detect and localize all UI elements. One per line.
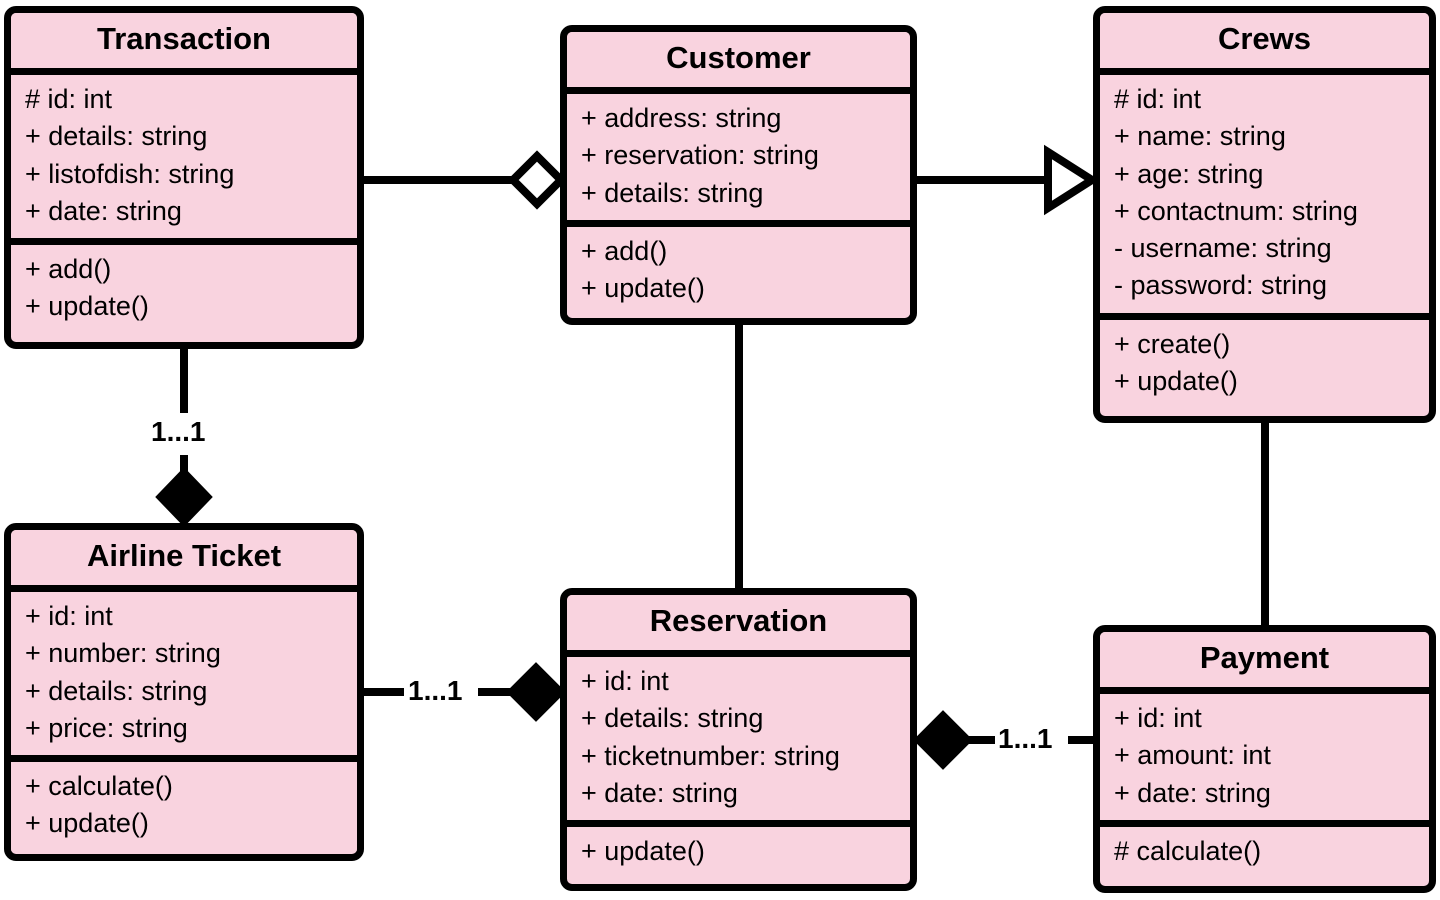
attribute-row: + age: string	[1100, 155, 1429, 193]
multiplicity-label-transaction-airline-ticket: 1...1	[148, 417, 209, 447]
uml-class-transaction[interactable]: Transaction # id: int + details: string …	[4, 6, 364, 349]
attribute-row: + date: string	[11, 192, 357, 230]
uml-class-diagram: 1...1 1...1 1...1 Transaction # id: int …	[0, 0, 1440, 900]
attribute-row: + id: int	[11, 598, 357, 636]
uml-class-crews[interactable]: Crews # id: int + name: string + age: st…	[1093, 6, 1436, 423]
uml-class-customer[interactable]: Customer + address: string + reservation…	[560, 25, 917, 325]
attributes-compartment-transaction: # id: int + details: string + listofdish…	[11, 68, 357, 238]
attribute-row: + id: int	[567, 663, 910, 701]
attribute-row: - username: string	[1100, 230, 1429, 268]
hollow-diamond-icon	[507, 150, 567, 210]
attribute-row: - password: string	[1100, 267, 1429, 305]
attributes-compartment-airline-ticket: + id: int + number: string + details: st…	[11, 585, 357, 755]
method-row: + calculate()	[11, 768, 357, 806]
multiplicity-label-reservation-payment: 1...1	[995, 724, 1056, 754]
methods-compartment-transaction: + add() + update()	[11, 238, 357, 334]
class-name-payment: Payment	[1100, 632, 1429, 687]
attribute-row: + reservation: string	[567, 137, 910, 175]
class-name-crews: Crews	[1100, 13, 1429, 68]
uml-class-payment[interactable]: Payment + id: int + amount: int + date: …	[1093, 625, 1436, 893]
uml-class-reservation[interactable]: Reservation + id: int + details: string …	[560, 588, 917, 891]
attribute-row: + contactnum: string	[1100, 192, 1429, 230]
attribute-row: # id: int	[11, 81, 357, 119]
methods-compartment-crews: + create() + update()	[1100, 312, 1429, 408]
attribute-row: + address: string	[567, 100, 910, 138]
attribute-row: + listofdish: string	[11, 155, 357, 193]
attribute-row: + amount: int	[1100, 737, 1429, 775]
class-name-customer: Customer	[567, 32, 910, 87]
attribute-row: + price: string	[11, 709, 357, 747]
method-row: + update()	[567, 270, 910, 308]
method-row: + update()	[567, 833, 910, 871]
attribute-row: + ticketnumber: string	[567, 737, 910, 775]
hollow-triangle-icon	[1044, 144, 1100, 216]
class-name-airline-ticket: Airline Ticket	[11, 530, 357, 585]
filled-diamond-icon	[155, 467, 213, 527]
attributes-compartment-crews: # id: int + name: string + age: string +…	[1100, 68, 1429, 313]
method-row: + update()	[11, 288, 357, 326]
filled-diamond-icon	[913, 710, 973, 770]
class-name-transaction: Transaction	[11, 13, 357, 68]
methods-compartment-customer: + add() + update()	[567, 219, 910, 316]
attribute-row: + details: string	[11, 672, 357, 710]
attribute-row: + id: int	[1100, 700, 1429, 738]
relationship-transaction-customer[interactable]	[364, 150, 567, 210]
multiplicity-label-airline-ticket-reservation: 1...1	[405, 676, 466, 706]
method-row: + add()	[567, 232, 910, 270]
attribute-row: + details: string	[567, 700, 910, 738]
attribute-row: + details: string	[11, 118, 357, 156]
attributes-compartment-customer: + address: string + reservation: string …	[567, 87, 910, 220]
method-row: # calculate()	[1100, 832, 1429, 870]
methods-compartment-airline-ticket: + calculate() + update()	[11, 755, 357, 851]
attributes-compartment-payment: + id: int + amount: int + date: string	[1100, 687, 1429, 820]
attribute-row: + date: string	[1100, 774, 1429, 812]
attribute-row: + name: string	[1100, 118, 1429, 156]
class-name-reservation: Reservation	[567, 595, 910, 650]
attribute-row: # id: int	[1100, 81, 1429, 119]
uml-class-airline-ticket[interactable]: Airline Ticket + id: int + number: strin…	[4, 523, 364, 861]
methods-compartment-reservation: + update()	[567, 820, 910, 879]
relationship-customer-crews[interactable]	[917, 144, 1100, 216]
methods-compartment-payment: # calculate()	[1100, 819, 1429, 878]
attributes-compartment-reservation: + id: int + details: string + ticketnumb…	[567, 650, 910, 820]
method-row: + update()	[11, 805, 357, 843]
method-row: + create()	[1100, 325, 1429, 363]
filled-diamond-icon	[506, 662, 566, 722]
attribute-row: + details: string	[567, 174, 910, 212]
method-row: + update()	[1100, 362, 1429, 400]
attribute-row: + date: string	[567, 774, 910, 812]
method-row: + add()	[11, 251, 357, 289]
attribute-row: + number: string	[11, 635, 357, 673]
